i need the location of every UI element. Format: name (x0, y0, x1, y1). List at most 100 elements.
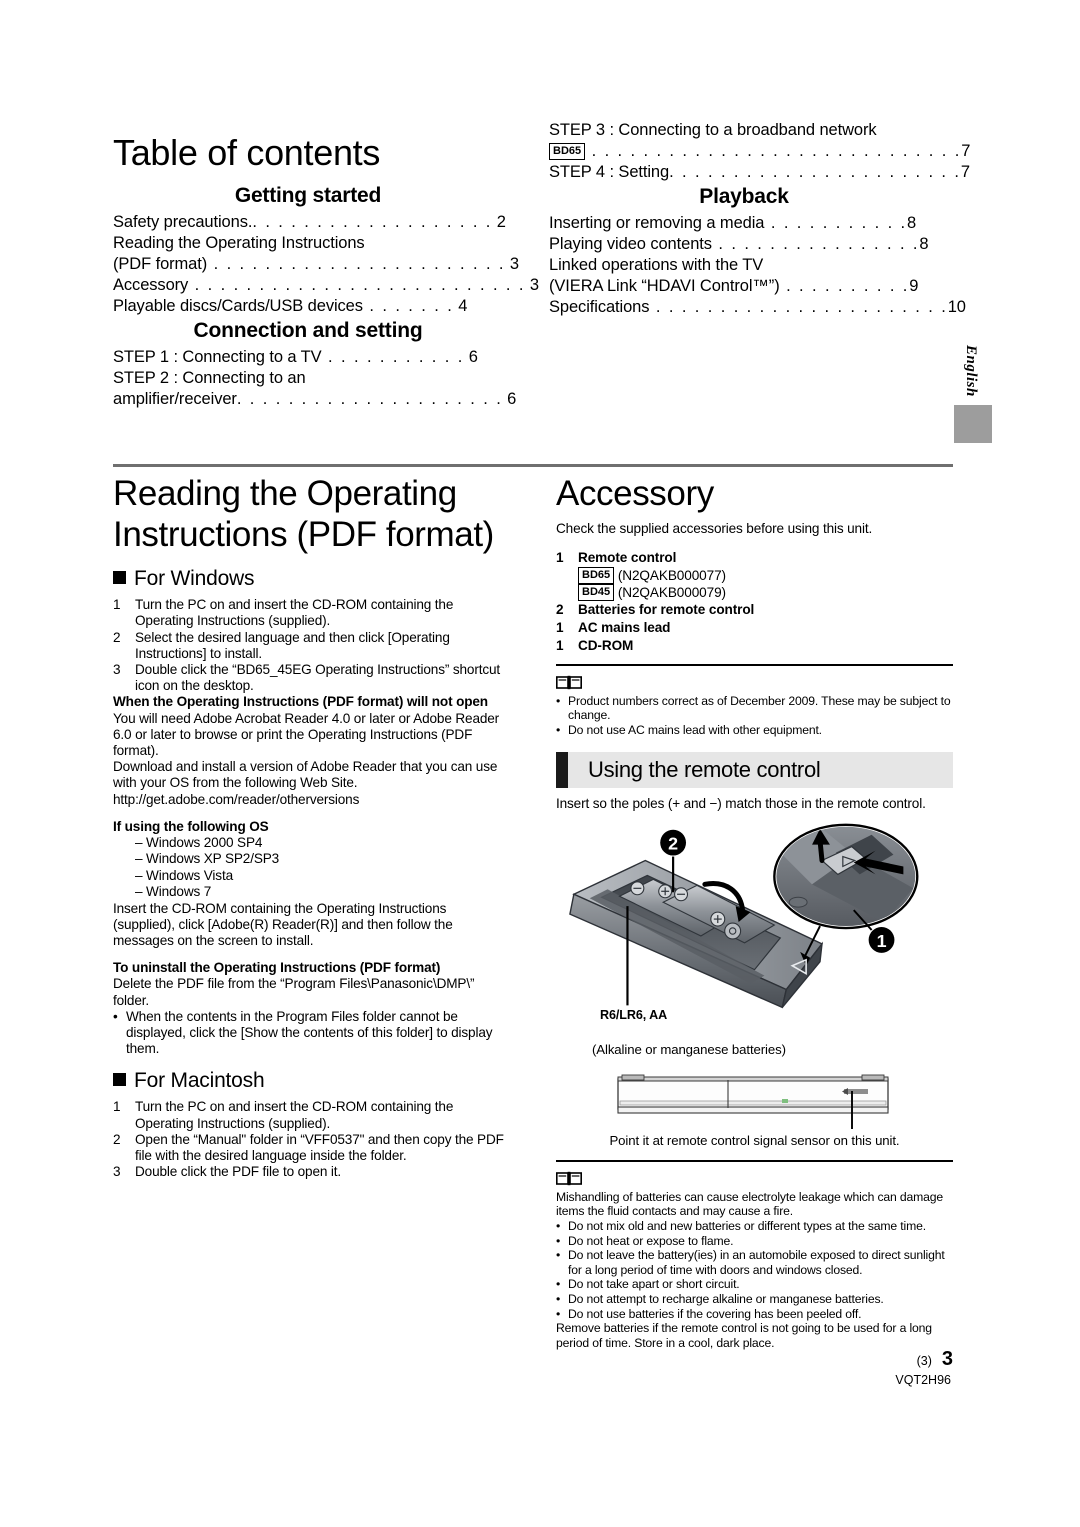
svg-text:2: 2 (668, 833, 678, 853)
os-list-item: – Windows 7 (135, 884, 212, 900)
toc-leader: . . . . . . . (362, 296, 454, 315)
list-item: • Do not use batteries if the covering h… (556, 1307, 953, 1322)
toc-entry-label: Specifications (549, 297, 650, 316)
step-text: Turn the PC on and insert the CD-ROM con… (135, 597, 454, 629)
toc-entry-label: (PDF format) (113, 254, 208, 273)
toc-entry[interactable]: (VIERA Link “HDAVI Control™”) . . . . . … (549, 276, 939, 297)
adobe-reader-url[interactable]: http://get.adobe.com/reader/otherversion… (113, 792, 510, 808)
bullet-icon: • (113, 1008, 118, 1024)
toc-entry[interactable]: STEP 2 : Connecting to an (113, 368, 503, 389)
toc-entry[interactable]: Inserting or removing a media . . . . . … (549, 213, 939, 234)
list-item: • Do not use AC mains lead with other eq… (556, 723, 953, 738)
accessory-model-bd65: BD65 (N2QAKB000077) (556, 566, 953, 584)
toc-entry[interactable]: Accessory . . . . . . . . . . . . . . . … (113, 275, 539, 296)
toc-entry[interactable]: Linked operations with the TV (549, 255, 939, 276)
toc-page: 8 (919, 234, 929, 253)
bullet-icon: • (556, 1218, 561, 1233)
square-bullet-icon (113, 1073, 126, 1087)
list-item: • Do not leave the battery(ies) in an au… (556, 1248, 953, 1277)
step-number: 3 (113, 662, 121, 677)
remote-intro: Insert so the poles (+ and −) match thos… (556, 795, 926, 811)
toc-page: 3 (509, 254, 519, 273)
toc-column-right: STEP 3 : Connecting to a broadband netwo… (549, 120, 970, 410)
list-item: 3 Double click the PDF file to open it. (113, 1164, 510, 1180)
toc-entry[interactable]: (PDF format) . . . . . . . . . . . . . .… (113, 254, 519, 275)
list-item: 1 Remote control (556, 549, 953, 567)
toc-entry[interactable]: Playing video contents . . . . . . . . .… (549, 234, 939, 255)
toc-leader: . . . . . . . . . . (779, 276, 910, 295)
step-number: 2 (113, 629, 121, 645)
accessory-count: 1 (556, 619, 564, 635)
column-accessory: Accessory Check the supplied accessories… (556, 472, 953, 1350)
accessory-count: 2 (556, 601, 564, 617)
battery-note-outro: Remove batteries if the remote control i… (556, 1321, 932, 1350)
toc-entry[interactable]: STEP 1 : Connecting to a TV . . . . . . … (113, 347, 503, 368)
os-list-item: – Windows 2000 SP4 (135, 835, 263, 851)
heading-if-using-os: If using the following OS (113, 818, 269, 834)
toc-entry-label: Linked operations with the TV (549, 255, 764, 274)
footer-doc-code: VQT2H96 (895, 1373, 951, 1387)
toc-entry[interactable]: Playable discs/Cards/USB devices . . . .… (113, 296, 503, 317)
toc-leader: . . . . . . . . . . . . . . . . . . . (252, 212, 493, 231)
accessory-label: Remote control (578, 549, 677, 565)
list-item: 3 Double click the “BD65_45EG Operating … (113, 662, 510, 694)
list-item: 1 Turn the PC on and insert the CD-ROM c… (113, 1099, 510, 1131)
language-label: English (963, 345, 979, 397)
note-book-icon (556, 675, 582, 689)
step-text: Open the “Manual" folder in “VFF0537" an… (135, 1131, 504, 1164)
body-columns: Reading the Operating Instructions (PDF … (113, 472, 953, 1350)
heading-uninstall: To uninstall the Operating Instructions … (113, 960, 441, 976)
accessory-count: 1 (556, 637, 564, 653)
toc-leader: . . . . . . . . . . . . . . . . (711, 234, 920, 253)
bullet-icon: • (556, 1248, 561, 1263)
bd65-badge: BD65 (549, 142, 586, 160)
table-of-contents: Table of contents Getting started Safety… (113, 121, 970, 410)
accessory-intro: Check the supplied accessories before us… (556, 520, 873, 536)
toc-entry[interactable]: Safety precautions.. . . . . . . . . . .… (113, 212, 506, 233)
toc-entry-label: (VIERA Link “HDAVI Control™”) (549, 276, 780, 295)
toc-leader: . . . . . . . . . . . . . . . . . . . . … (207, 254, 506, 273)
remote-battery-illustration: 2 1 R6/LR6, AA (556, 818, 953, 1040)
footer-paren: (3) (916, 1354, 932, 1368)
battery-type-sublabel: (Alkaline or manganese batteries) (592, 1041, 786, 1057)
toc-entry-label: Safety precautions. (113, 212, 253, 231)
toc-entry-label: STEP 4 : Setting (549, 162, 670, 181)
toc-entry[interactable]: BD65 . . . . . . . . . . . . . . . . . .… (549, 141, 970, 162)
toc-entry-label: Accessory (113, 275, 189, 294)
step-number: 3 (113, 1164, 121, 1180)
step-number: 2 (113, 1131, 121, 1147)
square-bullet-icon (113, 571, 126, 585)
page-footer: (3) 3 VQT2H96 (0, 1348, 953, 1387)
bullet-icon: • (556, 1233, 561, 1248)
accessory-model-number: (N2QAKB000077) (617, 567, 726, 583)
list-item: • Do not attempt to recharge alkaline or… (556, 1292, 953, 1307)
battery-note-bullet: Do not heat or expose to flame. (568, 1233, 734, 1248)
step-text: Double click the “BD65_45EG Operating In… (135, 662, 501, 694)
step-number: 1 (113, 1099, 121, 1115)
bullet-icon: • (556, 722, 561, 737)
toc-page: 3 (529, 275, 539, 294)
toc-page: 10 (947, 297, 966, 316)
toc-entry[interactable]: STEP 4 : Setting. . . . . . . . . . . . … (549, 162, 970, 183)
toc-entry[interactable]: Reading the Operating Instructions (113, 233, 503, 254)
list-item: • Do not mix old and new batteries or di… (556, 1219, 953, 1234)
toc-entry[interactable]: Specifications . . . . . . . . . . . . .… (549, 297, 966, 318)
step-text: Turn the PC on and insert the CD-ROM con… (135, 1099, 454, 1131)
bd65-badge: BD65 (578, 566, 615, 584)
toc-leader: . . . . . . . . . . . . . . . . . . . . … (236, 389, 503, 408)
battery-note-bullet: Do not leave the battery(ies) in an auto… (568, 1248, 945, 1277)
os-list-item: – Windows Vista (135, 867, 233, 883)
battery-note-bullet: Do not mix old and new batteries or diff… (568, 1218, 926, 1233)
toc-entry[interactable]: STEP 3 : Connecting to a broadband netwo… (549, 120, 939, 141)
battery-note-bullet: Do not attempt to recharge alkaline or m… (568, 1291, 884, 1306)
toc-heading-getting-started: Getting started (234, 183, 382, 207)
accessory-note: Product numbers correct as of December 2… (568, 693, 951, 723)
list-item: 2 Open the “Manual" folder in “VFF0537" … (113, 1132, 510, 1164)
toc-entry[interactable]: amplifier/receiver. . . . . . . . . . . … (113, 389, 516, 410)
column-reading-instructions: Reading the Operating Instructions (PDF … (113, 472, 510, 1350)
list-item: 1 CD-ROM (556, 637, 953, 655)
accessory-label: CD-ROM (578, 637, 634, 653)
bullet-icon: • (556, 1306, 561, 1321)
bullet-icon: • (556, 1291, 561, 1306)
wont-open-body-2: Download and install a version of Adobe … (113, 759, 498, 791)
